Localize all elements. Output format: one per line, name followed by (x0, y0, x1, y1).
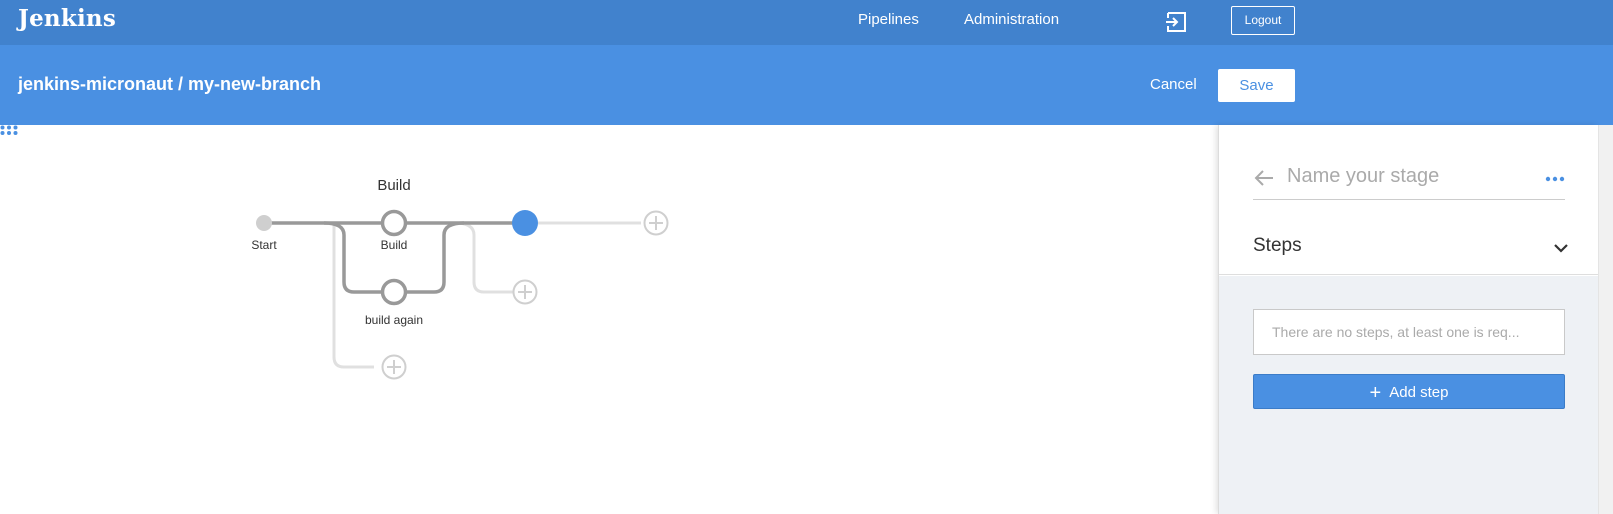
cancel-button[interactable]: Cancel (1150, 76, 1197, 93)
jenkins-logo[interactable]: Jenkins (18, 5, 116, 32)
nav-link-pipelines[interactable]: Pipelines (858, 11, 919, 28)
arrow-left-icon[interactable] (1253, 167, 1275, 189)
add-parallel-stage-button[interactable] (512, 279, 538, 305)
nav-link-administration[interactable]: Administration (964, 11, 1059, 28)
plus-icon: + (1369, 382, 1382, 404)
more-options-icon[interactable] (1545, 175, 1565, 183)
drag-handle-icon[interactable] (0, 125, 18, 135)
stage-name-input[interactable] (1287, 159, 1507, 193)
add-step-label: Add step (1389, 384, 1449, 401)
add-branch-connector (454, 221, 515, 294)
pipeline-graph (256, 209, 669, 380)
selected-stage-node-button[interactable] (511, 209, 539, 237)
steps-empty-message: There are no steps, at least one is req.… (1253, 309, 1565, 355)
build-again-node-label: build again (364, 313, 424, 327)
stage-name-underline (1253, 199, 1565, 200)
pipeline-graph-canvas: Build Start Build build again (0, 125, 1218, 514)
build-stage-node-button[interactable] (380, 209, 408, 237)
stage-config-panel: Steps There are no steps, at least one i… (1218, 125, 1599, 514)
stage-column-title[interactable]: Build (377, 177, 410, 194)
build-node-label: Build (380, 238, 408, 252)
save-button[interactable]: Save (1218, 69, 1295, 102)
parallel-connector-right (404, 221, 465, 294)
add-branch-connector (332, 223, 374, 369)
add-step-button[interactable]: + Add step (1253, 374, 1565, 409)
chevron-down-icon (1554, 244, 1568, 253)
panel-scrollbar[interactable] (1598, 125, 1613, 514)
top-navigation-bar: Jenkins Pipelines Administration Logout (0, 0, 1613, 45)
steps-section-toggle[interactable]: Steps (1219, 221, 1599, 275)
steps-section-body: There are no steps, at least one is req.… (1219, 276, 1599, 514)
start-node-label: Start (251, 238, 277, 252)
exit-icon[interactable] (1165, 10, 1189, 34)
logout-button[interactable]: Logout (1231, 6, 1295, 35)
add-stage-button[interactable] (643, 210, 669, 236)
add-parallel-stage-button[interactable] (381, 354, 407, 380)
start-node (256, 215, 272, 231)
breadcrumb: jenkins-micronaut / my-new-branch (18, 74, 322, 94)
editor-header-bar: jenkins-micronaut / my-new-branch Cancel… (0, 45, 1613, 125)
steps-title: Steps (1253, 235, 1302, 256)
build-again-stage-node-button[interactable] (380, 278, 408, 306)
